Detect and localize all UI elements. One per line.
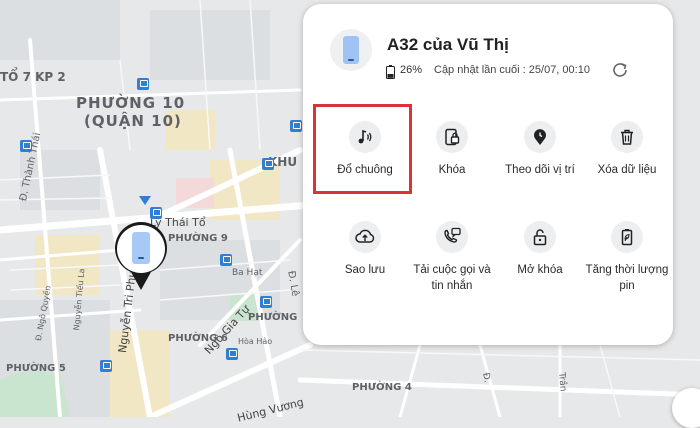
track-location-button[interactable]: Theo dõi vị trí — [494, 121, 586, 217]
map-label: Ba Hạt — [232, 268, 263, 278]
cloud-upload-icon — [355, 229, 375, 243]
erase-icon-container — [611, 121, 643, 153]
map-label: Trần — [556, 372, 568, 392]
ring-highlight-box — [313, 104, 412, 194]
track-label: Theo dõi vị trí — [505, 164, 575, 176]
backup-icon-container — [349, 221, 381, 253]
bus-stop-icon[interactable] — [20, 140, 32, 152]
track-icon-container — [524, 121, 556, 153]
extend-label: Tăng thời lượng pin — [585, 264, 669, 292]
retrieve-icon-container — [436, 221, 468, 253]
unlock-icon-container — [524, 221, 556, 253]
extend-icon-container — [611, 221, 643, 253]
map-label: PHƯỜNG 5 — [6, 363, 66, 374]
map-label: Hòa Hảo — [238, 337, 273, 346]
map-label: PHƯỜNG 10 — [76, 94, 186, 112]
bus-stop-icon[interactable] — [137, 78, 149, 90]
last-updated: Cập nhật lần cuối : 25/07, 00:10 — [434, 64, 590, 76]
map-label: PHƯỜNG 4 — [352, 382, 412, 393]
location-clock-icon — [534, 129, 546, 145]
map-label: PHƯỜNG 9 — [168, 233, 228, 244]
backup-label: Sao lưu — [344, 264, 386, 276]
map-label: Đ. — [480, 372, 492, 384]
retrieve-calls-messages-button[interactable]: Tải cuộc gọi và tin nhắn — [406, 221, 498, 317]
retrieve-label: Tải cuộc gọi và tin nhắn — [413, 264, 491, 292]
bus-stop-icon[interactable] — [260, 296, 272, 308]
map-label: PHƯỜNG 6 — [168, 333, 228, 344]
map-label: (QUẬN 10) — [84, 112, 182, 130]
lock-button[interactable]: Khóa — [406, 121, 498, 217]
bus-stop-icon[interactable] — [100, 360, 112, 372]
lock-icon-container — [436, 121, 468, 153]
battery-level: 26% — [400, 64, 423, 76]
backup-button[interactable]: Sao lưu — [319, 221, 411, 317]
phone-icon — [343, 36, 359, 64]
map-label: PHƯỜNG — [248, 312, 298, 323]
erase-label: Xóa dữ liệu — [597, 164, 657, 176]
battery-saver-icon — [621, 229, 633, 246]
recenter-button[interactable] — [672, 388, 700, 428]
trash-icon — [621, 129, 633, 145]
unlock-label: Mở khóa — [517, 264, 563, 276]
lock-phone-icon — [445, 128, 460, 146]
device-name: A32 của Vũ Thị — [387, 35, 509, 54]
erase-data-button[interactable]: Xóa dữ liệu — [581, 121, 673, 217]
device-thumbnail — [330, 29, 372, 71]
bus-stop-icon[interactable] — [262, 158, 274, 170]
bus-stop-icon[interactable] — [220, 254, 232, 266]
call-message-icon — [444, 227, 461, 243]
bus-stop-icon[interactable] — [290, 120, 302, 132]
lock-label: Khóa — [438, 164, 466, 176]
bus-stop-icon[interactable] — [150, 207, 162, 219]
bus-stop-icon[interactable] — [226, 348, 238, 360]
refresh-icon[interactable] — [612, 62, 628, 78]
device-location-pin-icon[interactable] — [113, 222, 169, 292]
map-label: TỔ 7 KP 2 — [0, 70, 66, 84]
direction-arrow-icon — [139, 196, 151, 205]
unlock-icon — [533, 229, 547, 246]
unlock-button[interactable]: Mở khóa — [494, 221, 586, 317]
battery-icon — [386, 65, 395, 79]
extend-battery-button[interactable]: Tăng thời lượng pin — [581, 221, 673, 317]
